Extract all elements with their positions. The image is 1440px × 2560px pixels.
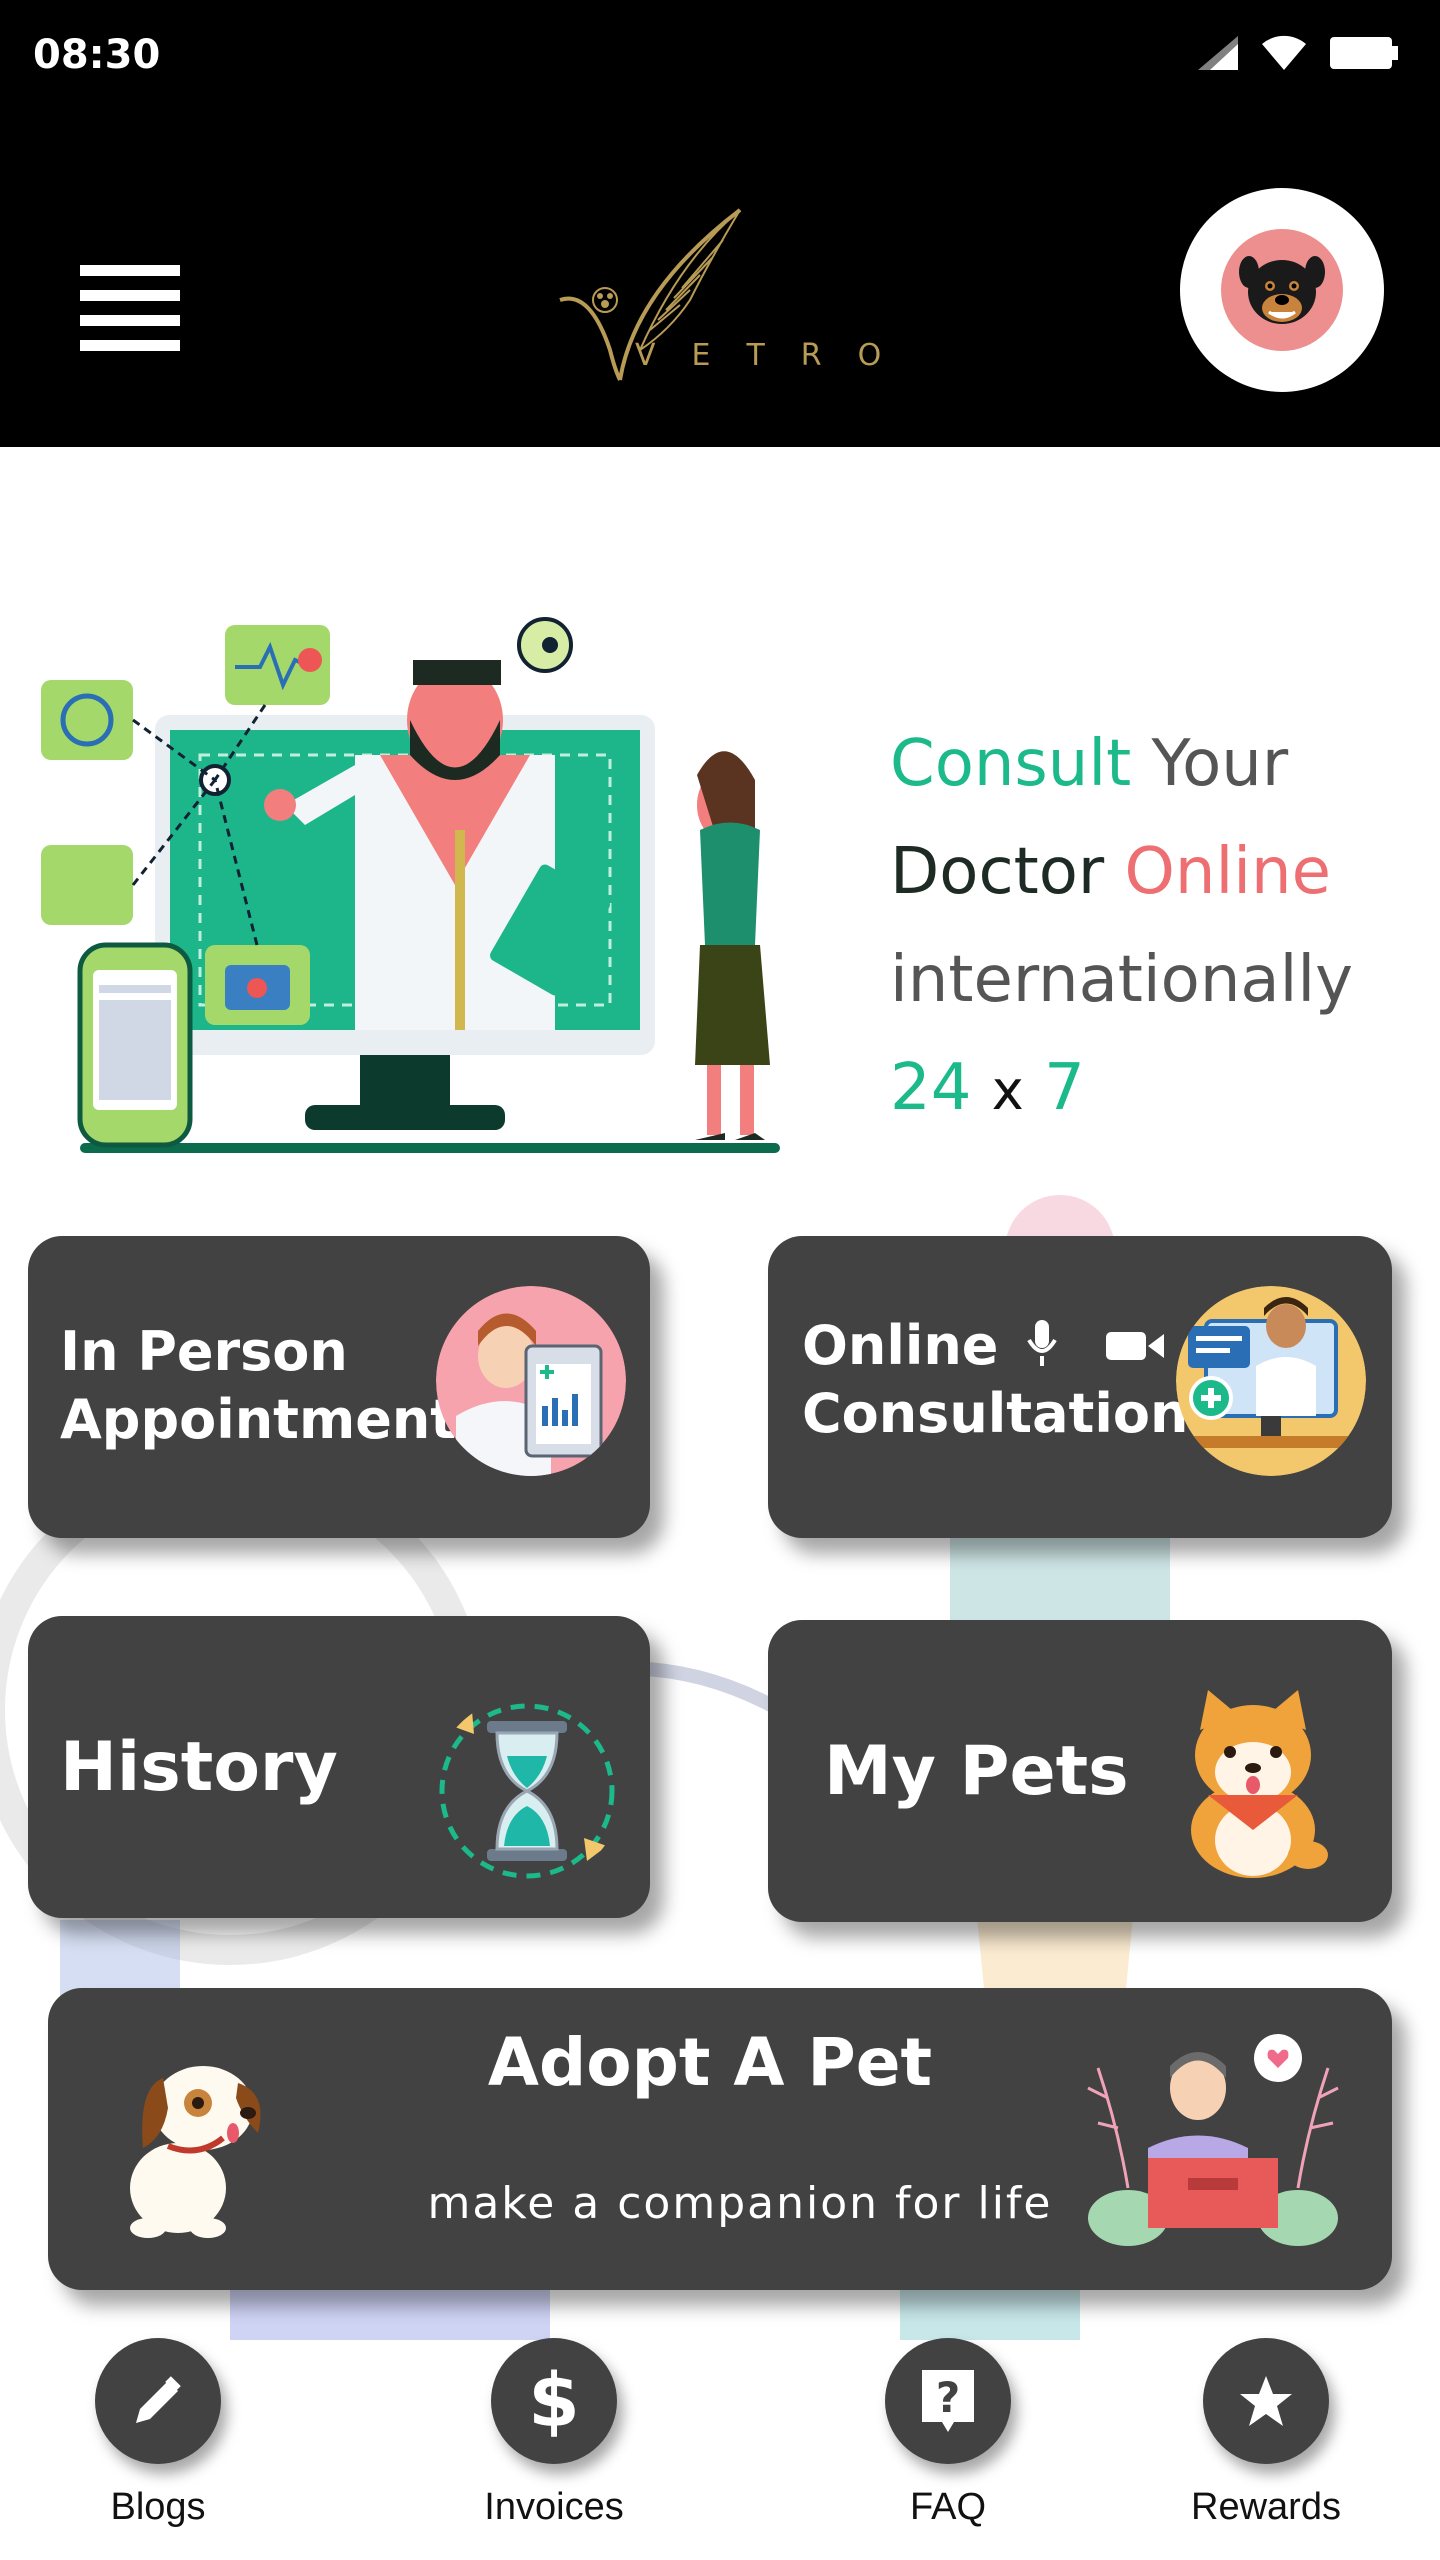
hero-7: 7 — [1044, 1051, 1085, 1125]
hero-24: 24 — [890, 1051, 972, 1125]
signal-icon — [1198, 36, 1238, 70]
nav-rewards[interactable]: Rewards — [1156, 2338, 1376, 2529]
microphone-icon — [1027, 1320, 1057, 1366]
hero-line-4: 24 x 7 — [890, 1034, 1410, 1145]
status-bar: 08:30 — [0, 0, 1440, 115]
question-icon: ? — [922, 2370, 974, 2432]
nav-faq[interactable]: ? FAQ — [838, 2338, 1058, 2529]
svg-text:?: ? — [936, 2373, 960, 2422]
my-pets-card[interactable]: My Pets — [768, 1620, 1392, 1922]
hero-word-your: Your — [1151, 727, 1289, 801]
my-pets-title: My Pets — [824, 1732, 1129, 1811]
hero-line-3: internationally — [890, 943, 1354, 1017]
online-line-1-row: Online — [802, 1312, 1188, 1380]
adopt-a-pet-card[interactable]: Adopt A Pet make a companion for life — [48, 1988, 1392, 2290]
nav-invoices-button[interactable]: $ — [491, 2338, 617, 2464]
in-person-appointment-card[interactable]: In Person Appointment — [28, 1236, 650, 1538]
history-card[interactable]: History — [28, 1616, 650, 1918]
wifi-icon — [1262, 35, 1306, 70]
nav-rewards-button[interactable] — [1203, 2338, 1329, 2464]
hourglass-icon — [439, 1703, 615, 1879]
online-title: Online Consultation — [802, 1312, 1188, 1448]
video-camera-icon — [1106, 1332, 1165, 1360]
nav-invoices-label: Invoices — [484, 2486, 624, 2528]
status-time: 08:30 — [33, 32, 161, 78]
telehealth-doctor-illustration — [41, 617, 780, 1153]
hero-x: x — [991, 1059, 1024, 1122]
logo-text: VETRO — [635, 338, 918, 373]
dog-avatar-icon — [1221, 229, 1343, 351]
in-person-line-1: In Person — [60, 1320, 348, 1383]
history-title: History — [60, 1728, 338, 1807]
hero-line-1: Consult Your — [890, 710, 1410, 818]
hero-line-2: Doctor Online — [890, 818, 1410, 926]
status-icons — [1198, 34, 1400, 72]
online-line-2: Consultation — [802, 1382, 1189, 1445]
hero-word-consult: Consult — [890, 727, 1132, 801]
online-line-1: Online — [802, 1314, 999, 1377]
vetro-logo — [559, 208, 742, 381]
in-person-title: In Person Appointment — [60, 1318, 456, 1454]
doctor-clipboard-icon — [436, 1286, 626, 1476]
profile-avatar[interactable] — [1180, 188, 1384, 392]
hero-word-online: Online — [1124, 835, 1331, 909]
nav-blogs-label: Blogs — [110, 2486, 206, 2528]
shiba-dog-icon — [1191, 1690, 1328, 1878]
nav-blogs[interactable]: Blogs — [48, 2338, 268, 2529]
nav-faq-button[interactable]: ? — [885, 2338, 1011, 2464]
online-consultation-card[interactable]: Online Consultation — [768, 1236, 1392, 1538]
video-doctor-icon — [1176, 1286, 1366, 1476]
star-icon — [1240, 2376, 1292, 2426]
nav-invoices[interactable]: $ Invoices — [444, 2338, 664, 2529]
in-person-line-2: Appointment — [60, 1388, 457, 1451]
battery-icon — [1330, 37, 1398, 69]
dollar-icon: $ — [528, 2358, 580, 2444]
nav-rewards-label: Rewards — [1191, 2486, 1341, 2528]
nav-faq-label: FAQ — [909, 2486, 987, 2528]
hamburger-menu-icon[interactable] — [80, 265, 180, 351]
pencil-icon — [136, 2376, 181, 2423]
hero-tagline: Consult Your Doctor Online international… — [890, 710, 1410, 1145]
person-with-pet-box-icon — [1087, 2034, 1339, 2246]
nav-blogs-button[interactable] — [95, 2338, 221, 2464]
hero-word-doctor: Doctor — [890, 835, 1105, 909]
